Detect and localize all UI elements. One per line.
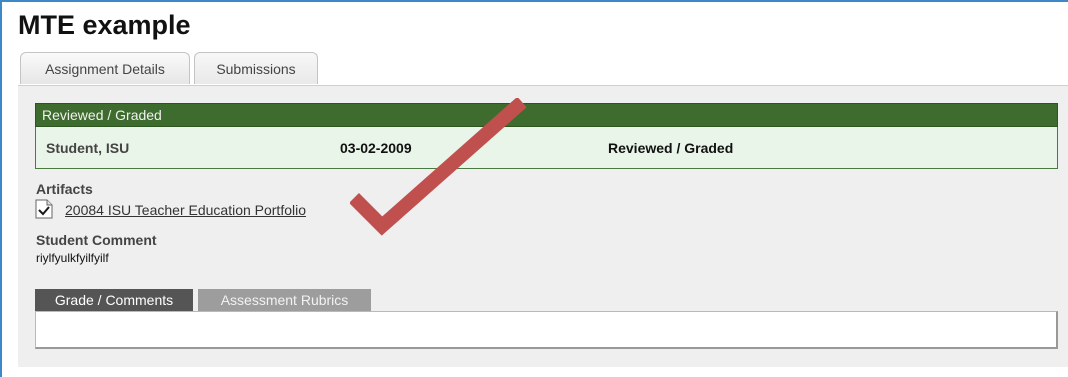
document-icon[interactable] [35, 199, 53, 219]
tab-submissions[interactable]: Submissions [194, 52, 318, 84]
page-title: MTE example [18, 10, 191, 40]
student-comment-label: Student Comment [36, 232, 157, 248]
tab-assessment-rubrics[interactable]: Assessment Rubrics [198, 289, 371, 311]
submission-status: Reviewed / Graded [608, 140, 734, 156]
grade-comment-box[interactable] [35, 311, 1058, 349]
artifacts-label: Artifacts [36, 181, 93, 197]
submission-date: 03-02-2009 [340, 140, 412, 156]
artifact-link[interactable]: 20084 ISU Teacher Education Portfolio [65, 202, 306, 218]
tab-grade-comments[interactable]: Grade / Comments [35, 289, 193, 311]
tab-assignment-details[interactable]: Assignment Details [20, 52, 190, 84]
status-header: Reviewed / Graded [35, 103, 1058, 127]
student-comment-text: riylfyulkfyilfyilf [36, 251, 109, 265]
student-name: Student, ISU [46, 140, 130, 156]
submission-row[interactable]: Student, ISU 03-02-2009 Reviewed / Grade… [35, 127, 1058, 169]
